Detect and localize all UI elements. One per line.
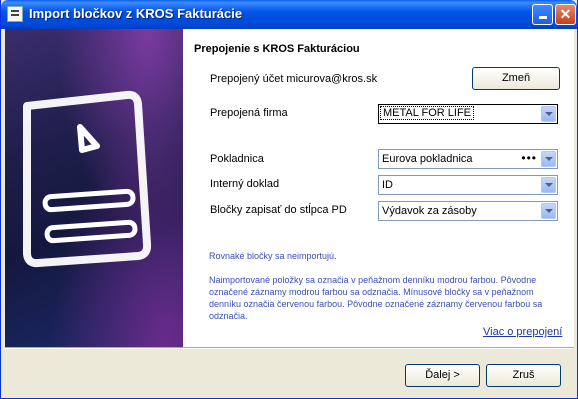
- more-options-icon[interactable]: •••: [521, 151, 537, 165]
- cashbox-select[interactable]: Eurova pokladnica •••: [378, 149, 558, 169]
- cashbox-label: Pokladnica: [210, 153, 264, 165]
- column-select[interactable]: Výdavok za zásoby: [378, 201, 558, 221]
- company-label: Prepojená firma: [210, 107, 288, 119]
- minimize-icon: [538, 16, 547, 19]
- internal-doc-select[interactable]: ID: [378, 175, 558, 195]
- cashbox-value: Eurova pokladnica: [382, 153, 473, 165]
- title-bar[interactable]: Import bločkov z KROS Fakturácie ✕: [1, 0, 577, 29]
- next-button[interactable]: Ďalej >: [405, 364, 480, 387]
- sidebar-graphic: [5, 29, 183, 347]
- chevron-down-icon[interactable]: [541, 177, 556, 193]
- company-value: METAL FOR LIFE: [379, 106, 475, 120]
- change-account-button[interactable]: Zmeň: [472, 67, 560, 90]
- company-select[interactable]: METAL FOR LIFE: [378, 104, 558, 124]
- footer-divider: [5, 347, 574, 349]
- main-content: Prepojenie s KROS Fakturáciou Prepojený …: [183, 29, 574, 347]
- close-icon: ✕: [559, 6, 572, 22]
- cancel-button[interactable]: Zruš: [486, 364, 561, 387]
- chevron-down-icon[interactable]: [541, 203, 556, 219]
- info-line-3: denníku označia červenou farbou. Pôvodne…: [209, 299, 543, 309]
- column-label: Bločky zapisať do stĺpca PD: [210, 204, 347, 216]
- import-dialog: Import bločkov z KROS Fakturácie ✕ Prepo…: [0, 0, 578, 399]
- info-line-4: odznačia.: [209, 311, 248, 321]
- info-duplicates: Rovnaké bločky sa neimportujú.: [209, 251, 337, 261]
- more-info-link[interactable]: Viac o prepojení: [483, 326, 562, 338]
- close-button[interactable]: ✕: [555, 4, 576, 25]
- chevron-down-icon[interactable]: [541, 106, 556, 122]
- internal-doc-label: Interný doklad: [210, 178, 280, 190]
- internal-doc-value: ID: [382, 179, 393, 191]
- info-line-2: označené záznamy modrou farbou sa odznač…: [209, 287, 534, 297]
- document-list-icon: [7, 6, 23, 22]
- minimize-button[interactable]: [532, 4, 553, 25]
- section-title: Prepojenie s KROS Fakturáciou: [194, 43, 360, 55]
- column-value: Výdavok za zásoby: [382, 205, 477, 217]
- account-label: Prepojený účet micurova@kros.sk: [210, 73, 378, 85]
- document-icon: [23, 90, 152, 268]
- window-title: Import bločkov z KROS Fakturácie: [29, 6, 243, 21]
- info-line-1: Naimportované položky sa označia v peňaž…: [209, 275, 537, 285]
- chevron-down-icon[interactable]: [541, 151, 556, 167]
